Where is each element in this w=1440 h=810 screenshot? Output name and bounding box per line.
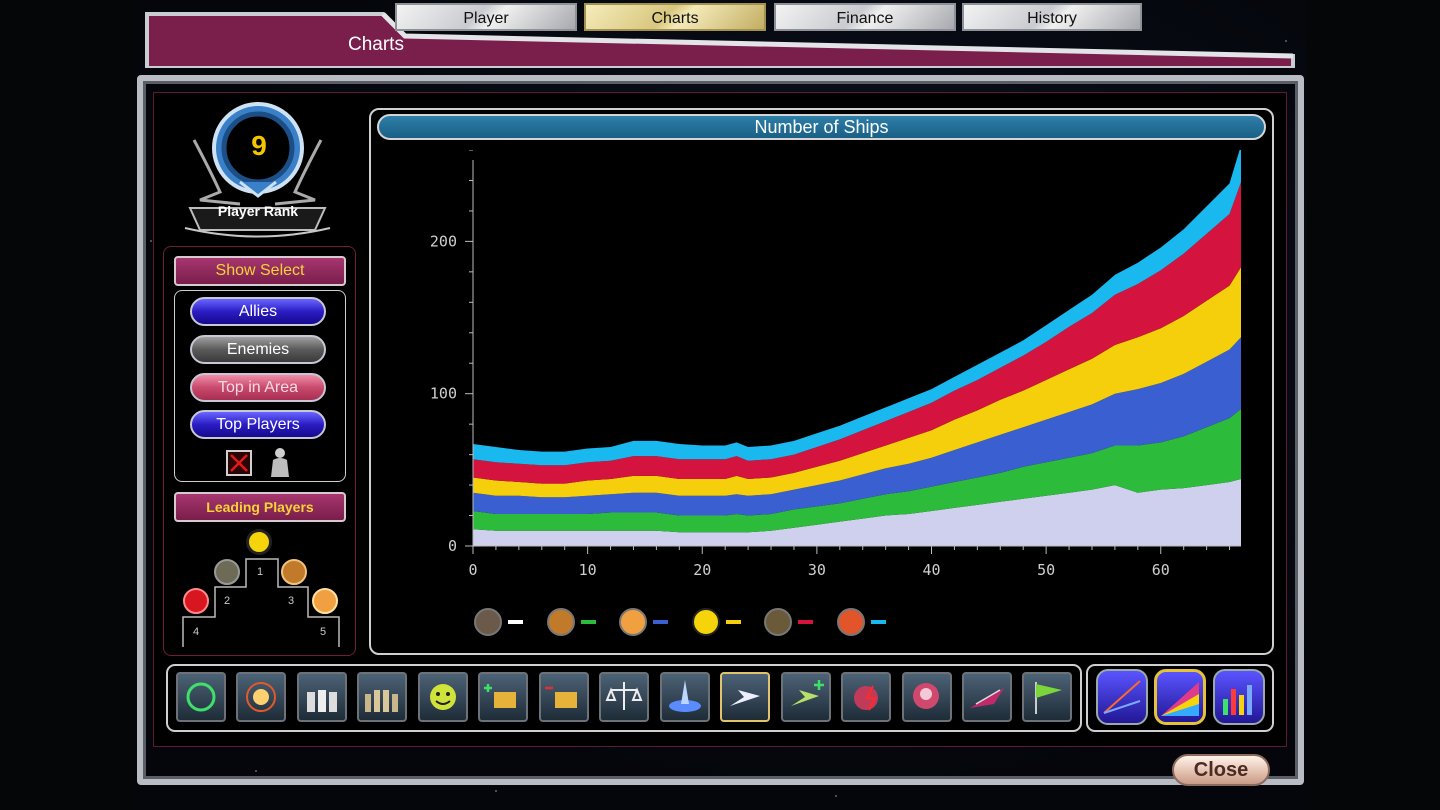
close-button[interactable]: Close (1172, 754, 1270, 786)
race-leaf-icon (764, 608, 792, 636)
planet-beam-icon[interactable] (660, 672, 710, 722)
y-tick-label: 100 (430, 385, 457, 403)
legend-swatch (581, 620, 596, 624)
race-grey-icon (474, 608, 502, 636)
player-rank-badge (184, 102, 331, 238)
area-chart-icon[interactable] (1154, 669, 1206, 725)
race-red-icon (837, 608, 865, 636)
crowd-icon[interactable] (297, 672, 347, 722)
money-plus-icon[interactable] (478, 672, 528, 722)
race-brown-icon[interactable] (281, 559, 307, 585)
race-orange-icon (619, 608, 647, 636)
podium-place-2: 2 (224, 595, 231, 607)
explosion-icon[interactable] (236, 672, 286, 722)
x-tick-label: 60 (1152, 561, 1170, 579)
ship-plus-icon[interactable] (781, 672, 831, 722)
top-players-button[interactable]: Top Players (190, 410, 326, 439)
red-x-icon (230, 454, 248, 472)
bar-chart-icon[interactable] (1213, 669, 1265, 725)
race-yellow-icon[interactable] (246, 529, 272, 555)
chart-title: Number of Ships (377, 114, 1266, 140)
army-icon[interactable] (357, 672, 407, 722)
top-in-area-button[interactable]: Top in Area (190, 373, 326, 402)
player-rank-label: Player Rank (217, 203, 299, 219)
podium-place-4: 4 (193, 626, 200, 638)
line-chart-icon[interactable] (1096, 669, 1148, 725)
fighter-icon[interactable] (962, 672, 1012, 722)
race-red-icon[interactable] (183, 588, 209, 614)
legend-swatch (798, 620, 813, 624)
flag-icon[interactable] (1022, 672, 1072, 722)
tab-history[interactable]: History (962, 3, 1142, 31)
legend-swatch (871, 620, 886, 624)
tab-charts[interactable]: Charts (584, 3, 766, 31)
clear-selection-icon[interactable] (226, 450, 252, 476)
y-tick-label: 0 (448, 537, 457, 555)
x-tick-label: 50 (1037, 561, 1055, 579)
smiley-icon[interactable] (418, 672, 468, 722)
race-yellow-icon (692, 608, 720, 636)
window-title: Charts (348, 34, 404, 55)
ships-area-chart: 0 100 200 0 10 20 30 40 50 60 (430, 150, 1241, 579)
x-tick-label: 20 (693, 561, 711, 579)
money-minus-icon[interactable] (539, 672, 589, 722)
x-tick-label: 0 (468, 561, 477, 579)
legend-swatch (508, 620, 523, 624)
x-tick-label: 30 (808, 561, 826, 579)
race-brown-icon (547, 608, 575, 636)
tab-finance[interactable]: Finance (774, 3, 956, 31)
x-tick-label: 40 (922, 561, 940, 579)
tab-player[interactable]: Player (395, 3, 577, 31)
green-orb-icon[interactable] (176, 672, 226, 722)
show-select-header: Show Select (174, 256, 346, 286)
alien-attack-icon[interactable] (902, 672, 952, 722)
leading-players-header: Leading Players (174, 492, 346, 522)
podium-place-1: 1 (257, 566, 264, 578)
player-rank-value: 9 (251, 130, 267, 161)
legend-swatch (726, 620, 741, 624)
y-tick-label: 200 (430, 232, 457, 250)
allies-button[interactable]: Allies (190, 297, 326, 326)
race-orange-icon[interactable] (312, 588, 338, 614)
person-icon[interactable] (268, 447, 292, 477)
ship-icon[interactable] (720, 672, 770, 722)
red-explosion-icon[interactable] (841, 672, 891, 722)
race-grey-icon[interactable] (214, 559, 240, 585)
podium-place-5: 5 (320, 626, 327, 638)
scales-icon[interactable] (599, 672, 649, 722)
x-tick-label: 10 (579, 561, 597, 579)
podium-place-3: 3 (288, 595, 295, 607)
legend-swatch (653, 620, 668, 624)
enemies-button[interactable]: Enemies (190, 335, 326, 364)
